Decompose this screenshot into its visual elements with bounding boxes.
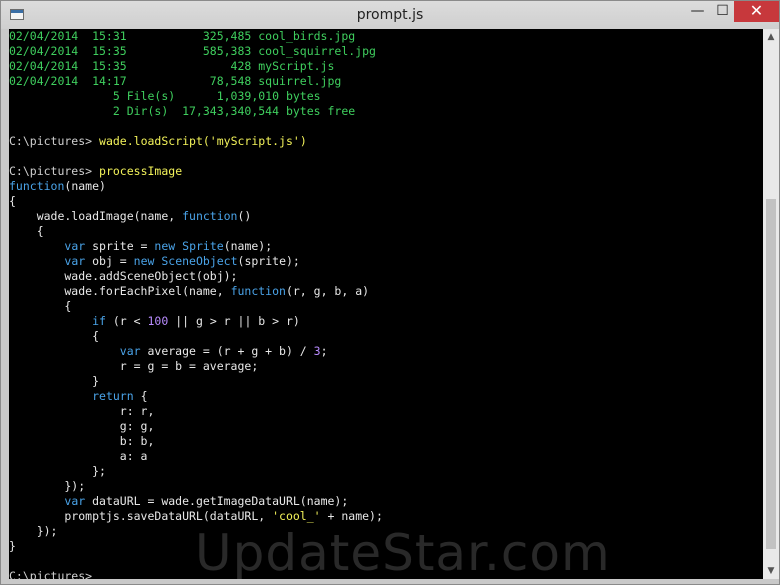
code-keyword: new	[133, 254, 155, 268]
code-line: {	[9, 329, 100, 343]
current-prompt-line: C:\pictures>	[9, 569, 763, 579]
code-line: var sprite = new Sprite(name);	[9, 239, 763, 254]
code-keyword: function	[230, 284, 286, 298]
code-text: promptjs.saveDataURL(dataURL,	[9, 509, 273, 523]
code-line: var average = (r + g + b) / 3;	[9, 344, 763, 359]
window-title: prompt.js	[356, 7, 424, 23]
command-line-1: C:\pictures> wade.loadScript('myScript.j…	[9, 134, 763, 149]
code-keyword: return	[92, 389, 134, 403]
code-keyword: var	[64, 239, 86, 253]
code-class: Sprite	[182, 239, 224, 253]
code-line: r = g = b = average;	[9, 359, 259, 373]
code-line: }	[9, 539, 16, 553]
code-text: obj =	[85, 254, 134, 268]
code-line: }	[9, 374, 100, 388]
code-keyword: var	[64, 254, 86, 268]
code-line: });	[9, 479, 86, 493]
code-keyword: var	[119, 344, 141, 358]
code-number: 3	[313, 344, 321, 358]
title-bar[interactable]: prompt.js — ☐ ✕	[1, 1, 779, 29]
code-line: wade.forEachPixel(name, function(r, g, b…	[9, 284, 763, 299]
code-line: {	[9, 224, 44, 238]
code-line: a: a	[9, 449, 148, 463]
prompt: C:\pictures>	[9, 134, 93, 148]
code-keyword: function	[182, 209, 238, 223]
code-text: wade.forEachPixel(name,	[9, 284, 231, 298]
dir-line: 02/04/2014 14:17 78,548 squirrel.jpg	[9, 74, 342, 88]
close-button[interactable]: ✕	[734, 1, 779, 22]
code-line: wade.addSceneObject(obj);	[9, 269, 238, 283]
code-line: g: g,	[9, 419, 155, 433]
code-class: SceneObject	[161, 254, 238, 268]
code-text: (sprite);	[237, 254, 300, 268]
maximize-button[interactable]: ☐	[709, 1, 736, 22]
code-keyword: var	[64, 494, 86, 508]
console-window: prompt.js — ☐ ✕ 02/04/2014 15:31 325,485…	[0, 0, 780, 585]
code-line: wade.loadImage(name, function()	[9, 209, 763, 224]
prompt: C:\pictures>	[9, 569, 93, 579]
command-text: processImage	[99, 164, 183, 178]
code-keyword: function	[9, 179, 65, 193]
code-line: });	[9, 524, 58, 538]
code-number: 100	[147, 314, 169, 328]
code-text: ()	[237, 209, 252, 223]
code-text: dataURL = wade.getImageDataURL(name);	[85, 494, 349, 508]
code-text: || g > r || b > r)	[168, 314, 300, 328]
code-text: (r, g, b, a)	[285, 284, 370, 298]
code-string: 'cool_'	[272, 509, 321, 523]
code-line: var dataURL = wade.getImageDataURL(name)…	[9, 494, 763, 509]
command-text: wade.loadScript('myScript.js')	[99, 134, 307, 148]
command-line-2: C:\pictures> processImage	[9, 164, 763, 179]
dir-summary-dirs: 2 Dir(s) 17,343,340,544 bytes free	[9, 104, 356, 118]
code-line: var obj = new SceneObject(sprite);	[9, 254, 763, 269]
dir-line: 02/04/2014 15:31 325,485 cool_birds.jpg	[9, 29, 356, 43]
scroll-thumb[interactable]	[766, 199, 776, 549]
code-line: {	[9, 299, 72, 313]
code-text: + name);	[320, 509, 383, 523]
code-text: (r <	[105, 314, 148, 328]
code-keyword: new	[154, 239, 176, 253]
code-text: ;	[320, 344, 328, 358]
code-line: b: b,	[9, 434, 155, 448]
code-text: average = (r + g + b) /	[140, 344, 314, 358]
code-line: promptjs.saveDataURL(dataURL, 'cool_' + …	[9, 509, 763, 524]
scroll-down-arrow-icon[interactable]: ▼	[763, 563, 779, 579]
code-line: r: r,	[9, 404, 155, 418]
code-line: return {	[9, 389, 763, 404]
dir-line: 02/04/2014 15:35 585,383 cool_squirrel.j…	[9, 44, 376, 58]
dir-line: 02/04/2014 15:35 428 myScript.js	[9, 59, 335, 73]
scroll-up-arrow-icon[interactable]: ▲	[763, 29, 779, 45]
prompt: C:\pictures>	[9, 164, 93, 178]
dir-summary-files: 5 File(s) 1,039,010 bytes	[9, 89, 321, 103]
code-keyword: if	[92, 314, 106, 328]
code-line: {	[9, 194, 16, 208]
code-line: };	[9, 464, 106, 478]
code-text: {	[133, 389, 148, 403]
code-text: sprite =	[85, 239, 155, 253]
code-text: (name)	[64, 179, 106, 193]
code-line: if (r < 100 || g > r || b > r)	[9, 314, 763, 329]
minimize-button[interactable]: —	[684, 1, 711, 22]
code-text: (name);	[223, 239, 273, 253]
console-output[interactable]: 02/04/2014 15:31 325,485 cool_birds.jpg 0…	[9, 29, 763, 579]
vertical-scrollbar[interactable]: ▲ ▼	[763, 29, 779, 579]
code-text: wade.loadImage(name,	[9, 209, 183, 223]
code-line: function(name)	[9, 179, 763, 194]
